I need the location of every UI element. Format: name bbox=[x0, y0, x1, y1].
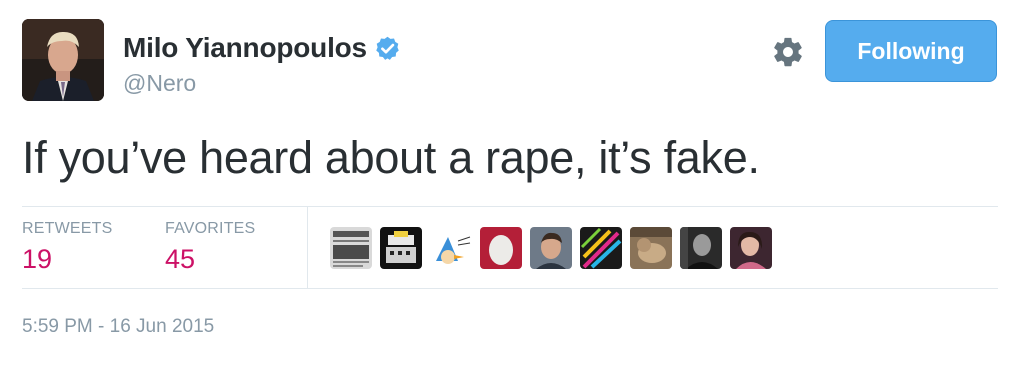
author-handle[interactable]: @Nero bbox=[123, 70, 196, 97]
favoriter-avatar[interactable] bbox=[580, 227, 622, 269]
profile-photo-icon bbox=[22, 19, 104, 101]
favorites-stat[interactable]: FAVORITES 45 bbox=[165, 220, 255, 275]
animal-photo-avatar-icon bbox=[630, 227, 672, 269]
gear-icon[interactable] bbox=[771, 35, 805, 69]
cartoon-bird-avatar-icon bbox=[430, 227, 472, 269]
egg-avatar-icon bbox=[480, 227, 522, 269]
woman-photo-avatar-icon bbox=[730, 227, 772, 269]
retweets-count[interactable]: 19 bbox=[22, 244, 113, 275]
author-name-row: Milo Yiannopoulos bbox=[123, 30, 401, 66]
tweet-timestamp[interactable]: 5:59 PM - 16 Jun 2015 bbox=[22, 316, 214, 338]
favoriter-avatar[interactable] bbox=[380, 227, 422, 269]
pixel-art-avatar-icon bbox=[380, 227, 422, 269]
stats-vertical-divider bbox=[307, 207, 308, 288]
tweet-text: If you’ve heard about a rape, it’s fake. bbox=[22, 132, 760, 183]
retweets-label: RETWEETS bbox=[22, 220, 113, 237]
favoriter-avatar[interactable] bbox=[680, 227, 722, 269]
man-photo-avatar-icon bbox=[530, 227, 572, 269]
favorites-label: FAVORITES bbox=[165, 220, 256, 237]
stats-bottom-divider bbox=[22, 288, 998, 289]
favoriter-avatar[interactable] bbox=[430, 227, 472, 269]
favoriter-avatar[interactable] bbox=[480, 227, 522, 269]
favoriters-list bbox=[330, 227, 772, 269]
bw-photo-avatar-icon bbox=[680, 227, 722, 269]
retweets-stat[interactable]: RETWEETS 19 bbox=[22, 220, 113, 275]
following-button[interactable]: Following bbox=[825, 20, 997, 82]
favoriter-avatar[interactable] bbox=[330, 227, 372, 269]
author-display-name[interactable]: Milo Yiannopoulos bbox=[123, 32, 367, 64]
favorites-count[interactable]: 45 bbox=[165, 244, 255, 275]
verified-badge-icon bbox=[376, 36, 399, 60]
author-avatar[interactable] bbox=[22, 19, 104, 101]
favoriter-avatar[interactable] bbox=[730, 227, 772, 269]
stats-top-divider bbox=[22, 206, 998, 207]
favoriter-avatar[interactable] bbox=[630, 227, 672, 269]
favoriter-avatar[interactable] bbox=[530, 227, 572, 269]
newspaper-avatar-icon bbox=[330, 227, 372, 269]
colorful-lines-avatar-icon bbox=[580, 227, 622, 269]
